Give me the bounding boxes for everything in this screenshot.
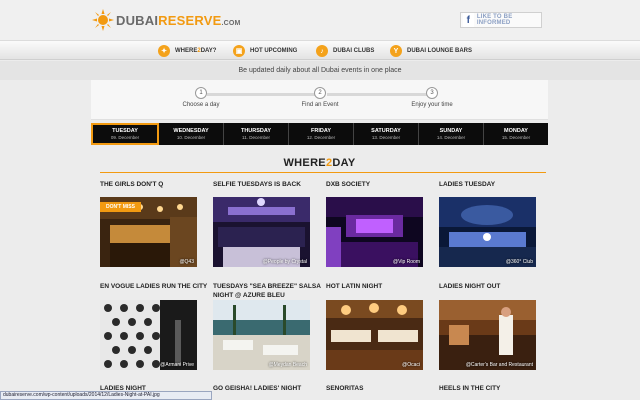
facebook-like-button[interactable]: f LIKE TO BE INFORMED bbox=[460, 12, 542, 28]
event-image-ladies-tuesday[interactable]: @360° Club bbox=[439, 197, 536, 267]
logo-part-reserve: RESERVE bbox=[158, 12, 222, 28]
event-image-selfie-tuesdays[interactable]: @People by Crystal bbox=[213, 197, 310, 267]
venue-credit: @Armani Prive bbox=[160, 362, 194, 368]
event-image-sea-breeze[interactable]: @Meydan Beach bbox=[213, 300, 310, 370]
event-title[interactable]: DXB SOCIETY bbox=[326, 180, 436, 189]
logo-part-dubai: DUBAI bbox=[116, 12, 159, 28]
step-connector bbox=[327, 93, 427, 96]
event-title[interactable]: LADIES TUESDAY bbox=[439, 180, 549, 189]
club-photo bbox=[326, 197, 423, 267]
day-name: WEDNESDAY bbox=[173, 128, 209, 134]
section-title-part: WHERE bbox=[283, 157, 326, 169]
event-title[interactable]: GO GEISHA! LADIES' NIGHT bbox=[213, 384, 323, 393]
step-3-label: Enjoy your time bbox=[411, 102, 453, 108]
step-1-circle: 1 bbox=[195, 87, 207, 99]
step-2-label: Find an Event bbox=[301, 102, 339, 108]
venue-credit: @Q43 bbox=[179, 259, 194, 265]
step-1-label: Choose a day bbox=[182, 102, 220, 108]
logo-part-com: .COM bbox=[221, 19, 241, 27]
event-title[interactable]: LADIES NIGHT OUT bbox=[439, 282, 549, 291]
steps-panel bbox=[91, 80, 548, 120]
venue-credit: @Carter's Bar and Restaurant bbox=[465, 362, 533, 368]
venue-credit: @Meydan Beach bbox=[268, 362, 307, 368]
section-title: WHERE2DAY bbox=[91, 157, 548, 171]
event-image-en-vogue[interactable]: @Armani Prive bbox=[100, 300, 197, 370]
step-3-circle: 3 bbox=[426, 87, 438, 99]
nav-dubai-clubs[interactable]: ♪ DUBAI CLUBS bbox=[316, 44, 374, 58]
browser-status-bar: dubaireserve.com/wp-content/uploads/2014… bbox=[0, 391, 212, 400]
nav-hot-upcoming[interactable]: ▣ HOT UPCOMING bbox=[233, 44, 297, 58]
tab-sunday[interactable]: SUNDAY 14. December bbox=[419, 123, 484, 145]
day-name: THURSDAY bbox=[240, 128, 272, 134]
nav-label: DAY? bbox=[200, 48, 217, 54]
step-2-circle: 2 bbox=[314, 87, 326, 99]
tab-friday[interactable]: FRIDAY 12. December bbox=[289, 123, 354, 145]
day-tabs: TUESDAY 09. December WEDNESDAY 10. Decem… bbox=[91, 123, 548, 145]
day-name: TUESDAY bbox=[112, 128, 138, 134]
event-title[interactable]: HEELS IN THE CITY bbox=[439, 384, 549, 393]
day-name: SATURDAY bbox=[371, 128, 401, 134]
section-divider bbox=[100, 172, 546, 173]
day-date: 09. December bbox=[110, 135, 140, 140]
hot-icon: ▣ bbox=[233, 45, 245, 57]
day-date: 13. December bbox=[371, 135, 401, 140]
event-title[interactable]: SENORITAS bbox=[326, 384, 436, 393]
event-title[interactable]: EN VOGUE LADIES RUN THE CITY bbox=[100, 282, 210, 291]
nav-dubai-lounge-bars[interactable]: Y DUBAI LOUNGE BARS bbox=[390, 44, 472, 58]
day-name: SUNDAY bbox=[439, 128, 463, 134]
section-title-part: DAY bbox=[332, 157, 356, 169]
tab-tuesday[interactable]: TUESDAY 09. December bbox=[91, 123, 159, 145]
tab-thursday[interactable]: THURSDAY 11. December bbox=[224, 123, 289, 145]
event-title[interactable]: THE GIRLS DON'T Q bbox=[100, 180, 210, 189]
event-title[interactable]: HOT LATIN NIGHT bbox=[326, 282, 436, 291]
event-title[interactable]: TUESDAYS "SEA BREEZE" SALSA NIGHT @ AZUR… bbox=[213, 282, 323, 300]
sun-logo-icon bbox=[92, 9, 114, 31]
where2day-icon: ✦ bbox=[158, 45, 170, 57]
venue-credit: @360° Club bbox=[505, 259, 533, 265]
day-date: 11. December bbox=[242, 135, 270, 140]
venue-credit: @Vip Room bbox=[393, 259, 420, 265]
day-date: 12. December bbox=[306, 135, 336, 140]
event-image-hot-latin[interactable]: @Ocaci bbox=[326, 300, 423, 370]
like-label: LIKE TO BE INFORMED bbox=[476, 14, 513, 26]
beach-photo bbox=[213, 300, 310, 370]
event-image-dxb-society[interactable]: @Vip Room bbox=[326, 197, 423, 267]
nav-where2day[interactable]: ✦ WHERE 2 DAY? bbox=[158, 44, 216, 58]
header: DUBAIRESERVE.COM f LIKE TO BE INFORMED bbox=[0, 0, 640, 40]
event-title[interactable]: SELFIE TUESDAYS IS BACK bbox=[213, 180, 323, 189]
day-date: 15. December bbox=[501, 135, 531, 140]
logo-text: DUBAIRESERVE.COM bbox=[116, 13, 241, 28]
club-photo bbox=[100, 300, 197, 370]
rooftop-photo bbox=[439, 197, 536, 267]
site-logo[interactable]: DUBAIRESERVE.COM bbox=[92, 9, 241, 31]
nav-label: DUBAI LOUNGE BARS bbox=[407, 48, 473, 54]
bar-photo bbox=[439, 300, 536, 370]
venue-credit: @People by Crystal bbox=[262, 259, 307, 265]
day-date: 10. December bbox=[176, 135, 206, 140]
day-date: 14. December bbox=[436, 135, 466, 140]
event-image-ladies-night-out[interactable]: @Carter's Bar and Restaurant bbox=[439, 300, 536, 370]
nav-label: HOT UPCOMING bbox=[250, 48, 298, 54]
venue-credit: @Ocaci bbox=[402, 362, 420, 368]
restaurant-photo bbox=[326, 300, 423, 370]
tagline: Be updated daily about all Dubai events … bbox=[0, 61, 640, 80]
tab-saturday[interactable]: SATURDAY 13. December bbox=[354, 123, 419, 145]
event-image-girls-dont-q[interactable]: DON'T MISS @Q43 bbox=[100, 197, 197, 267]
nav-label: DUBAI CLUBS bbox=[333, 48, 375, 54]
nav-label: WHERE bbox=[175, 48, 198, 54]
clubs-icon: ♪ bbox=[316, 45, 328, 57]
tab-monday[interactable]: MONDAY 15. December bbox=[484, 123, 548, 145]
club-photo bbox=[213, 197, 310, 267]
main-nav: ✦ WHERE 2 DAY? ▣ HOT UPCOMING ♪ DUBAI CLUB… bbox=[0, 40, 640, 60]
cocktail-icon: Y bbox=[390, 45, 402, 57]
day-name: MONDAY bbox=[504, 128, 528, 134]
tab-wednesday[interactable]: WEDNESDAY 10. December bbox=[159, 123, 224, 145]
step-connector bbox=[207, 93, 315, 96]
facebook-icon: f bbox=[463, 13, 474, 27]
day-name: FRIDAY bbox=[311, 128, 331, 134]
dont-miss-badge: DON'T MISS bbox=[100, 202, 141, 212]
